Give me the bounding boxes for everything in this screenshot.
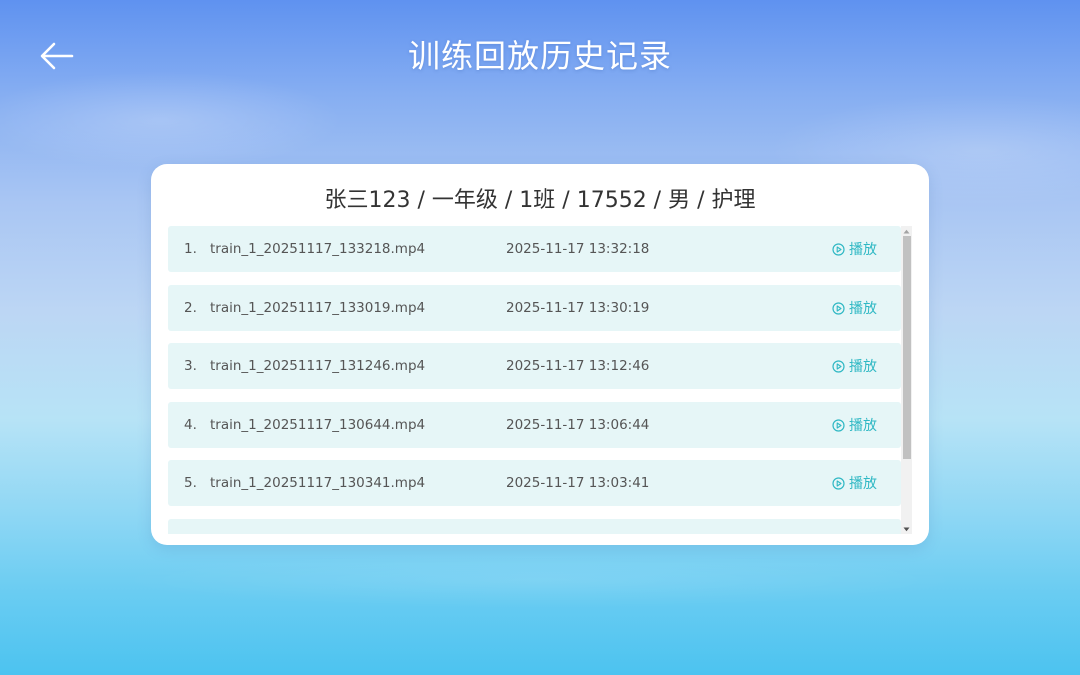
row-index: 5. [184, 475, 197, 491]
list-scrollbar[interactable] [901, 226, 912, 534]
record-row: 4. train_1_20251117_130644.mp4 2025-11-1… [168, 402, 901, 448]
row-timestamp: 2025-11-17 13:12:46 [506, 358, 650, 374]
play-circle-icon [832, 476, 845, 490]
row-filename: train_1_20251117_131246.mp4 [210, 358, 426, 374]
record-row: 5. train_1_20251117_130341.mp4 2025-11-1… [168, 460, 901, 506]
student-info: 张三123 / 一年级 / 1班 / 17552 / 男 / 护理 [324, 188, 756, 213]
scrollbar-thumb[interactable] [903, 236, 911, 459]
row-timestamp: 2025-11-17 13:32:18 [506, 241, 650, 257]
play-button[interactable]: 播放 [832, 460, 877, 506]
row-filename: train_1_20251117_130644.mp4 [210, 417, 426, 433]
record-row: 3. train_1_20251117_131246.mp4 2025-11-1… [168, 343, 901, 389]
scroll-down-arrow-icon[interactable] [901, 524, 912, 534]
row-timestamp: 2025-11-17 13:30:19 [506, 300, 650, 316]
play-label: 播放 [849, 301, 877, 317]
play-circle-icon [832, 359, 845, 373]
row-index: 2. [184, 300, 197, 316]
play-label: 播放 [849, 242, 877, 258]
row-index: 4. [184, 417, 197, 433]
play-label: 播放 [849, 476, 877, 492]
play-circle-icon [832, 418, 845, 432]
record-list[interactable]: 1. train_1_20251117_133218.mp4 2025-11-1… [168, 226, 901, 534]
row-index: 1. [184, 241, 197, 257]
play-label: 播放 [849, 418, 877, 434]
play-button[interactable]: 播放 [832, 402, 877, 448]
play-button[interactable]: 播放 [832, 226, 877, 272]
play-button[interactable]: 播放 [832, 285, 877, 331]
play-circle-icon [832, 301, 845, 315]
play-label: 播放 [849, 359, 877, 375]
record-row: 2. train_1_20251117_133019.mp4 2025-11-1… [168, 285, 901, 331]
row-filename: train_1_20251117_133218.mp4 [210, 241, 426, 257]
play-button[interactable]: 播放 [832, 343, 877, 389]
row-timestamp: 2025-11-17 13:06:44 [506, 417, 650, 433]
row-index: 3. [184, 358, 197, 374]
row-filename: train_1_20251117_130341.mp4 [210, 475, 426, 491]
row-timestamp: 2025-11-17 13:03:41 [506, 475, 650, 491]
record-row-partial [168, 519, 901, 534]
row-filename: train_1_20251117_133019.mp4 [210, 300, 426, 316]
history-card: 张三123 / 一年级 / 1班 / 17552 / 男 / 护理 1. tra… [151, 164, 929, 545]
page-title: 训练回放历史记录 [407, 37, 672, 75]
record-row: 1. train_1_20251117_133218.mp4 2025-11-1… [168, 226, 901, 272]
scroll-up-arrow-icon[interactable] [901, 226, 912, 236]
play-circle-icon [832, 242, 845, 256]
